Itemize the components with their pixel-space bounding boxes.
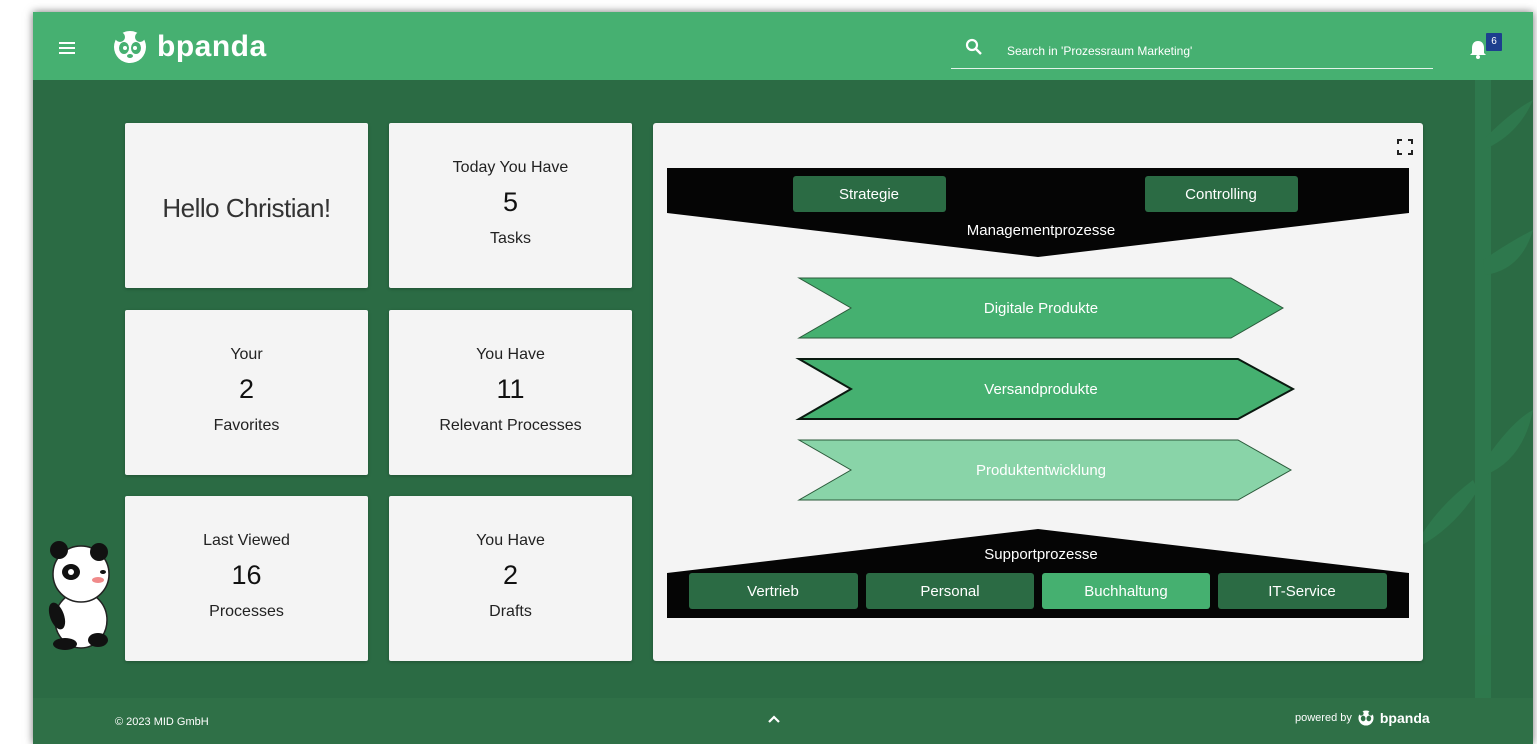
management-item-controlling[interactable]: Controlling xyxy=(1145,176,1298,212)
tasks-top-label: Today You Have xyxy=(452,159,569,176)
greeting-card: Hello Christian! xyxy=(125,123,368,288)
support-item-it-service[interactable]: IT-Service xyxy=(1218,573,1387,609)
drafts-count: 2 xyxy=(502,560,519,590)
support-item-buchhaltung[interactable]: Buchhaltung xyxy=(1042,573,1210,609)
tasks-bottom-label: Tasks xyxy=(490,230,531,247)
drafts-bottom-label: Drafts xyxy=(489,603,532,620)
search-input[interactable] xyxy=(1005,38,1429,64)
it-service-label: IT-Service xyxy=(1268,583,1336,600)
process-landscape-diagram: Strategie Controlling Managementprozesse… xyxy=(667,168,1409,618)
favorites-count: 2 xyxy=(238,374,255,404)
panda-logo-small-icon xyxy=(1358,710,1374,726)
app-logo[interactable]: bpanda xyxy=(113,28,267,66)
top-bar: bpanda 6 xyxy=(33,12,1533,80)
relevant-top-label: You Have xyxy=(476,346,545,363)
produktentwicklung-label: Produktentwicklung xyxy=(976,462,1106,479)
vertrieb-label: Vertrieb xyxy=(747,583,799,600)
relevant-processes-card[interactable]: You Have 11 Relevant Processes xyxy=(389,310,632,475)
powered-by-text: powered by xyxy=(1295,712,1352,724)
personal-label: Personal xyxy=(920,583,979,600)
powered-by[interactable]: powered by bpanda xyxy=(1295,710,1430,726)
notification-badge: 6 xyxy=(1486,33,1502,51)
management-item-strategie[interactable]: Strategie xyxy=(793,176,946,212)
copyright-text: © 2023 MID GmbH xyxy=(115,716,209,728)
versandprodukte-label: Versandprodukte xyxy=(984,381,1097,398)
last-viewed-count: 16 xyxy=(231,560,262,590)
process-map-panel: Strategie Controlling Managementprozesse… xyxy=(653,123,1423,661)
footer-brand: bpanda xyxy=(1379,710,1430,726)
chevron-up-icon[interactable] xyxy=(767,714,781,724)
support-label: Supportprozesse xyxy=(984,546,1097,563)
favorites-bottom-label: Favorites xyxy=(213,417,280,434)
greeting-text: Hello Christian! xyxy=(162,193,331,223)
support-item-personal[interactable]: Personal xyxy=(866,573,1034,609)
drafts-card[interactable]: You Have 2 Drafts xyxy=(389,496,632,661)
favorites-top-label: Your xyxy=(230,346,263,363)
drafts-top-label: You Have xyxy=(476,532,545,549)
search-bar xyxy=(951,36,1433,69)
panda-logo-icon xyxy=(114,31,146,63)
relevant-bottom-label: Relevant Processes xyxy=(439,417,582,434)
panda-mascot-icon xyxy=(48,541,110,650)
buchhaltung-label: Buchhaltung xyxy=(1084,583,1167,600)
bell-icon[interactable] xyxy=(1469,40,1487,60)
management-label: Managementprozesse xyxy=(967,222,1115,239)
favorites-card[interactable]: Your 2 Favorites xyxy=(125,310,368,475)
core-process-produktentwicklung[interactable]: Produktentwicklung xyxy=(797,439,1293,501)
search-icon[interactable] xyxy=(965,38,983,56)
tasks-count: 5 xyxy=(502,187,519,217)
core-process-versandprodukte[interactable]: Versandprodukte xyxy=(795,358,1296,420)
support-item-vertrieb[interactable]: Vertrieb xyxy=(689,573,858,609)
digitale-produkte-label: Digitale Produkte xyxy=(984,300,1098,317)
last-viewed-bottom-label: Processes xyxy=(209,603,284,620)
app-name: bpanda xyxy=(157,30,267,63)
hamburger-menu-icon[interactable] xyxy=(59,42,75,54)
last-viewed-card[interactable]: Last Viewed 16 Processes xyxy=(125,496,368,661)
strategie-label: Strategie xyxy=(839,186,899,203)
footer: © 2023 MID GmbH powered by bpanda xyxy=(33,698,1533,744)
core-process-digitale-produkte[interactable]: Digitale Produkte xyxy=(797,277,1285,339)
controlling-label: Controlling xyxy=(1185,186,1257,203)
last-viewed-top-label: Last Viewed xyxy=(203,532,290,549)
relevant-count: 11 xyxy=(496,374,525,404)
app-window: bpanda 6 Hello Christian! Today You Have… xyxy=(33,12,1533,744)
tasks-card[interactable]: Today You Have 5 Tasks xyxy=(389,123,632,288)
